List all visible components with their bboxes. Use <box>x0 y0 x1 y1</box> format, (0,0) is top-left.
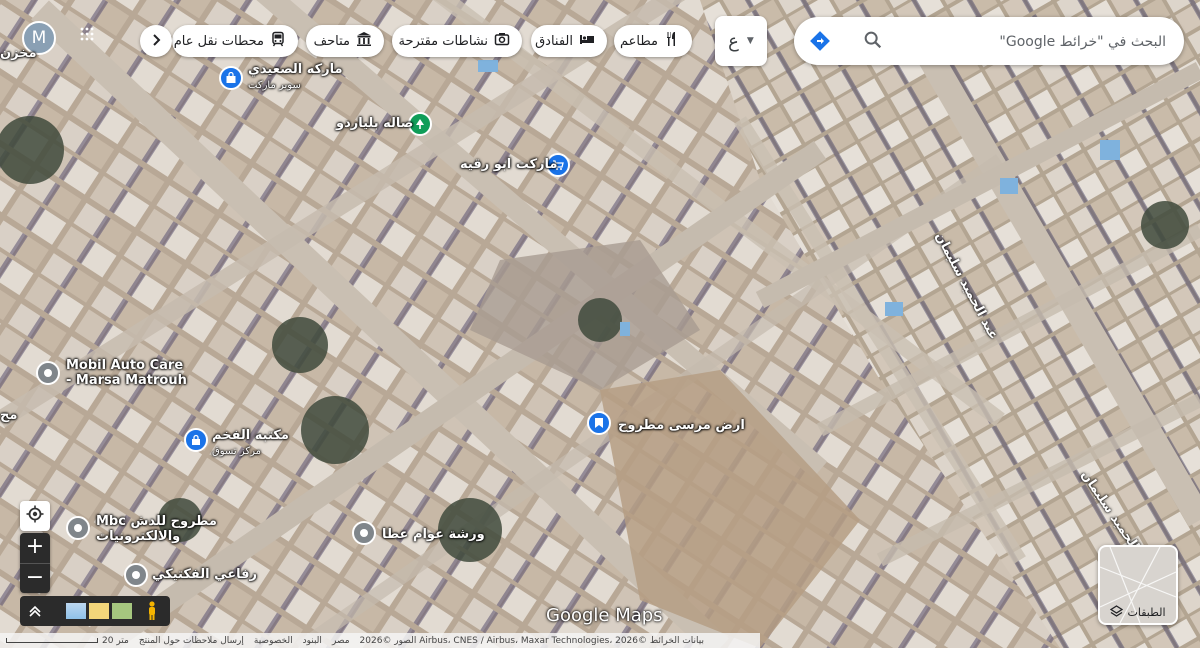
pin-icon[interactable] <box>124 563 148 587</box>
terms-link[interactable]: البنود <box>303 636 322 646</box>
pin-icon[interactable] <box>36 361 60 385</box>
zoom-controls: + − <box>20 533 50 593</box>
chip-label: مطاعم <box>620 33 658 49</box>
avatar-initial: M <box>31 28 47 48</box>
search-icon[interactable] <box>862 29 886 53</box>
restaurant-icon <box>664 31 680 51</box>
place-label: ماركت ابو رقيه <box>460 157 558 172</box>
place-label: صاله بلياردو <box>336 116 414 131</box>
scale-bar[interactable]: 20 متر <box>6 636 129 646</box>
edge-label-top[interactable]: مخزن <box>0 46 37 61</box>
caret-down-icon: ▼ <box>746 36 754 46</box>
privacy-link[interactable]: الخصوصية <box>254 636 293 646</box>
chip-transit[interactable]: محطات نقل عام <box>172 25 298 57</box>
feedback-link[interactable]: إرسال ملاحظات حول المنتج <box>139 636 244 646</box>
chip-label: محطات نقل عام <box>173 33 264 49</box>
language-selector[interactable]: ع ▼ <box>715 16 767 66</box>
transit-icon <box>270 31 286 51</box>
place-label: مكتبه الفخم مركز تسوق <box>212 428 289 457</box>
satellite-map[interactable] <box>0 0 1200 648</box>
chip-label: الفنادق <box>535 33 573 49</box>
footer-bar: 20 متر إرسال ملاحظات حول المنتج الخصوصية… <box>0 633 760 648</box>
chip-label: متاحف <box>313 33 350 49</box>
lock-bag-icon[interactable] <box>184 428 208 452</box>
bookmark-icon[interactable] <box>587 411 611 435</box>
layers-button[interactable]: الطبقات <box>1098 545 1178 625</box>
camera-icon <box>494 31 510 51</box>
terrain-thumbnail[interactable] <box>66 603 86 619</box>
place-label: ورشة عوام عطا <box>382 527 485 542</box>
expand-up-icon[interactable] <box>28 603 42 622</box>
pin-icon[interactable] <box>66 516 90 540</box>
chips-scroll-button[interactable] <box>140 25 172 57</box>
chip-hotels[interactable]: الفنادق <box>531 25 607 57</box>
place-label: Mbc مطروح للدش والالكترونيات <box>96 514 217 544</box>
scale-label: 20 متر <box>102 635 129 646</box>
language-label: ع <box>728 30 739 52</box>
my-location-button[interactable] <box>20 501 50 531</box>
directions-icon[interactable] <box>808 29 832 53</box>
pegman-icon[interactable] <box>146 601 158 625</box>
pin-icon[interactable] <box>352 521 376 545</box>
zoom-in-button[interactable]: + <box>20 533 50 563</box>
map-types-bar <box>20 596 170 626</box>
chip-museums[interactable]: متاحف <box>306 25 384 57</box>
layers-label: الطبقات <box>1127 605 1166 619</box>
google-maps-logo: Google Maps <box>546 605 663 626</box>
bicycle-thumbnail[interactable] <box>112 603 132 619</box>
transit-thumbnail[interactable] <box>89 603 109 619</box>
hotel-icon <box>579 31 595 51</box>
place-label: Mobil Auto Care - Marsa Matrouh <box>66 358 187 388</box>
place-label: ارض مرسى مطروح <box>618 418 745 433</box>
shopping-bag-icon[interactable] <box>219 66 243 90</box>
apps-grid-icon[interactable] <box>80 26 94 41</box>
edge-label-left[interactable]: مح <box>0 408 17 423</box>
layers-icon <box>1110 603 1124 622</box>
place-label: رفاعي الفكتيكي <box>152 567 258 582</box>
museum-icon <box>356 31 372 51</box>
location-target-icon <box>26 505 44 527</box>
place-label: ماركه الصعيدي سوبر ماركت <box>248 62 343 91</box>
chip-things-to-do[interactable]: نشاطات مقترحة <box>392 25 522 57</box>
chip-label: نشاطات مقترحة <box>398 33 489 49</box>
country-link[interactable]: مصر <box>332 636 350 646</box>
zoom-out-button[interactable]: − <box>20 562 50 594</box>
search-input[interactable] <box>884 27 1168 57</box>
chip-restaurants[interactable]: مطاعم <box>614 25 692 57</box>
search-box[interactable] <box>794 17 1184 65</box>
chevron-right-icon <box>149 32 163 51</box>
attribution-text: الصور ©2026 Airbus، CNES / Airbus، Maxar… <box>359 635 704 646</box>
